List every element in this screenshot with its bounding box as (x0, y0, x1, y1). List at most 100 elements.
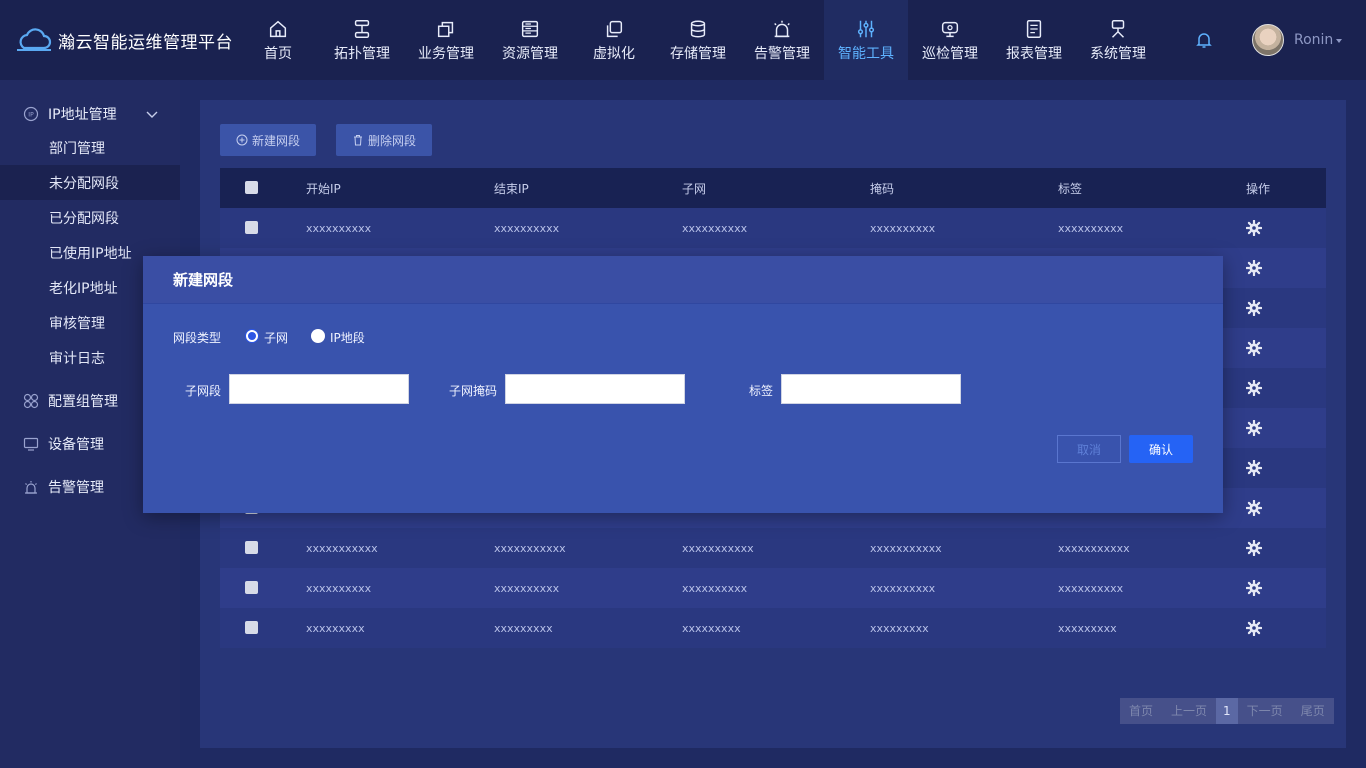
nav-report[interactable]: 报表管理 (992, 0, 1076, 80)
sidebar-group-label: 配置组管理 (48, 394, 118, 410)
svg-text:IP: IP (28, 112, 34, 119)
config-group-icon (23, 393, 39, 409)
gear-icon[interactable] (1246, 340, 1262, 356)
bell-icon[interactable] (1194, 30, 1214, 50)
nav-label: 首页 (264, 45, 292, 62)
nav-inspection[interactable]: 巡检管理 (908, 0, 992, 80)
segment-type-label: 网段类型 (173, 331, 222, 345)
inspection-icon (941, 21, 959, 37)
ip-icon: IP (23, 106, 39, 122)
report-icon (1026, 19, 1042, 38)
nav-system[interactable]: 系统管理 (1076, 0, 1160, 80)
gear-icon[interactable] (1246, 300, 1262, 316)
chevron-down-icon[interactable] (1336, 39, 1342, 43)
row-checkbox[interactable] (245, 541, 258, 554)
radio-subnet-label[interactable]: 子网 (264, 329, 288, 346)
nav-topology[interactable]: 拓扑管理 (320, 0, 404, 80)
nav-resource[interactable]: 资源管理 (488, 0, 572, 80)
table-cell: xxxxxxxxx (1058, 622, 1117, 635)
last-page-button[interactable]: 尾页 (1291, 698, 1334, 724)
gear-icon[interactable] (1246, 500, 1262, 516)
row-checkbox[interactable] (245, 221, 258, 234)
subnet-input[interactable] (229, 374, 409, 404)
gear-icon[interactable] (1246, 260, 1262, 276)
column-header: 掩码 (870, 181, 895, 196)
button-label: 删除网段 (367, 133, 416, 148)
nav-tools[interactable]: 智能工具 (824, 0, 908, 80)
page-number[interactable]: 1 (1216, 698, 1238, 724)
nav-alarm[interactable]: 告警管理 (740, 0, 824, 80)
delete-segment-button[interactable]: 删除网段 (336, 124, 432, 156)
gear-icon[interactable] (1246, 620, 1262, 636)
sidebar-item-department[interactable]: 部门管理 (0, 130, 180, 165)
tools-icon (857, 20, 875, 37)
table-row[interactable]: xxxxxxxxxxxxxxxxxxxxxxxxxxxxxxxxxxxxxxxx… (220, 528, 1326, 568)
topology-icon (354, 19, 370, 38)
cloud-logo-icon (17, 28, 52, 51)
tag-input[interactable] (781, 374, 961, 404)
table-cell: xxxxxxxxxx (306, 582, 372, 595)
next-page-button[interactable]: 下一页 (1237, 698, 1292, 724)
sidebar-item-unallocated[interactable]: 未分配网段 (0, 165, 180, 200)
first-page-button[interactable]: 首页 (1120, 698, 1163, 724)
sidebar-item-label: 审核管理 (49, 315, 105, 332)
username[interactable]: Ronin (1294, 32, 1333, 48)
sidebar-item-allocated[interactable]: 已分配网段 (0, 200, 180, 235)
confirm-button[interactable]: 确认 (1129, 435, 1193, 463)
table-cell: xxxxxxxxxx (494, 222, 560, 235)
row-checkbox[interactable] (245, 621, 258, 634)
trash-icon (353, 135, 362, 146)
table-row[interactable]: xxxxxxxxxxxxxxxxxxxxxxxxxxxxxxxxxxxxxxxx… (220, 608, 1326, 648)
table-row[interactable]: xxxxxxxxxxxxxxxxxxxxxxxxxxxxxxxxxxxxxxxx… (220, 568, 1326, 608)
nav-label: 巡检管理 (922, 45, 978, 62)
radio-subnet[interactable] (245, 329, 259, 343)
button-label: 新建网段 (251, 133, 300, 148)
dialog-title: 新建网段 (143, 256, 1223, 304)
tag-label: 标签 (749, 384, 774, 398)
app-logo[interactable]: 瀚云智能运维管理平台 (14, 26, 233, 54)
table-cell: xxxxxxxxxx (1058, 222, 1124, 235)
table-cell: xxxxxxxxx (494, 622, 553, 635)
avatar[interactable] (1252, 24, 1284, 56)
gear-icon[interactable] (1246, 580, 1262, 596)
gear-icon[interactable] (1246, 380, 1262, 396)
sidebar-group-ip-management[interactable]: IP IP地址管理 (0, 94, 180, 134)
gear-icon[interactable] (1246, 540, 1262, 556)
cancel-button[interactable]: 取消 (1057, 435, 1121, 463)
sidebar-item-label: 审计日志 (49, 350, 105, 367)
table-cell: xxxxxxxxxx (870, 222, 936, 235)
nav-home[interactable]: 首页 (236, 0, 320, 80)
device-icon (23, 437, 39, 451)
table-cell: xxxxxxxxx (682, 622, 741, 635)
table-cell: xxxxxxxxxxx (1058, 542, 1130, 555)
gear-icon[interactable] (1246, 220, 1262, 236)
nav-business[interactable]: 业务管理 (404, 0, 488, 80)
table-cell: xxxxxxxxx (306, 622, 365, 635)
subnet-mask-input[interactable] (505, 374, 685, 404)
row-checkbox[interactable] (245, 581, 258, 594)
sidebar-group-label: IP地址管理 (48, 107, 117, 123)
prev-page-button[interactable]: 上一页 (1162, 698, 1217, 724)
sidebar-item-label: 已分配网段 (49, 210, 119, 227)
nav-label: 报表管理 (1006, 45, 1062, 62)
gear-icon[interactable] (1246, 460, 1262, 476)
nav-label: 资源管理 (502, 45, 558, 62)
radio-ip-range[interactable] (311, 329, 325, 343)
nav-storage[interactable]: 存储管理 (656, 0, 740, 80)
new-segment-button[interactable]: 新建网段 (220, 124, 316, 156)
alarm-icon (774, 20, 790, 37)
business-icon (437, 21, 454, 37)
nav-virtualization[interactable]: 虚拟化 (572, 0, 656, 80)
table-cell: xxxxxxxxxx (682, 582, 748, 595)
app-title: 瀚云智能运维管理平台 (58, 32, 233, 53)
select-all-checkbox[interactable] (245, 181, 258, 194)
nav-label: 业务管理 (418, 45, 474, 62)
table-row[interactable]: xxxxxxxxxx xxxxxxxxxx xxxxxxxxxx xxxxxxxxxx… (220, 208, 1326, 248)
table-cell: xxxxxxxxxx (682, 222, 748, 235)
subnet-label: 子网段 (185, 384, 222, 398)
storage-icon (690, 19, 706, 38)
table-cell: xxxxxxxxxxx (306, 542, 378, 555)
nav-label: 虚拟化 (593, 45, 635, 62)
radio-ip-range-label[interactable]: IP地段 (330, 329, 365, 346)
gear-icon[interactable] (1246, 420, 1262, 436)
